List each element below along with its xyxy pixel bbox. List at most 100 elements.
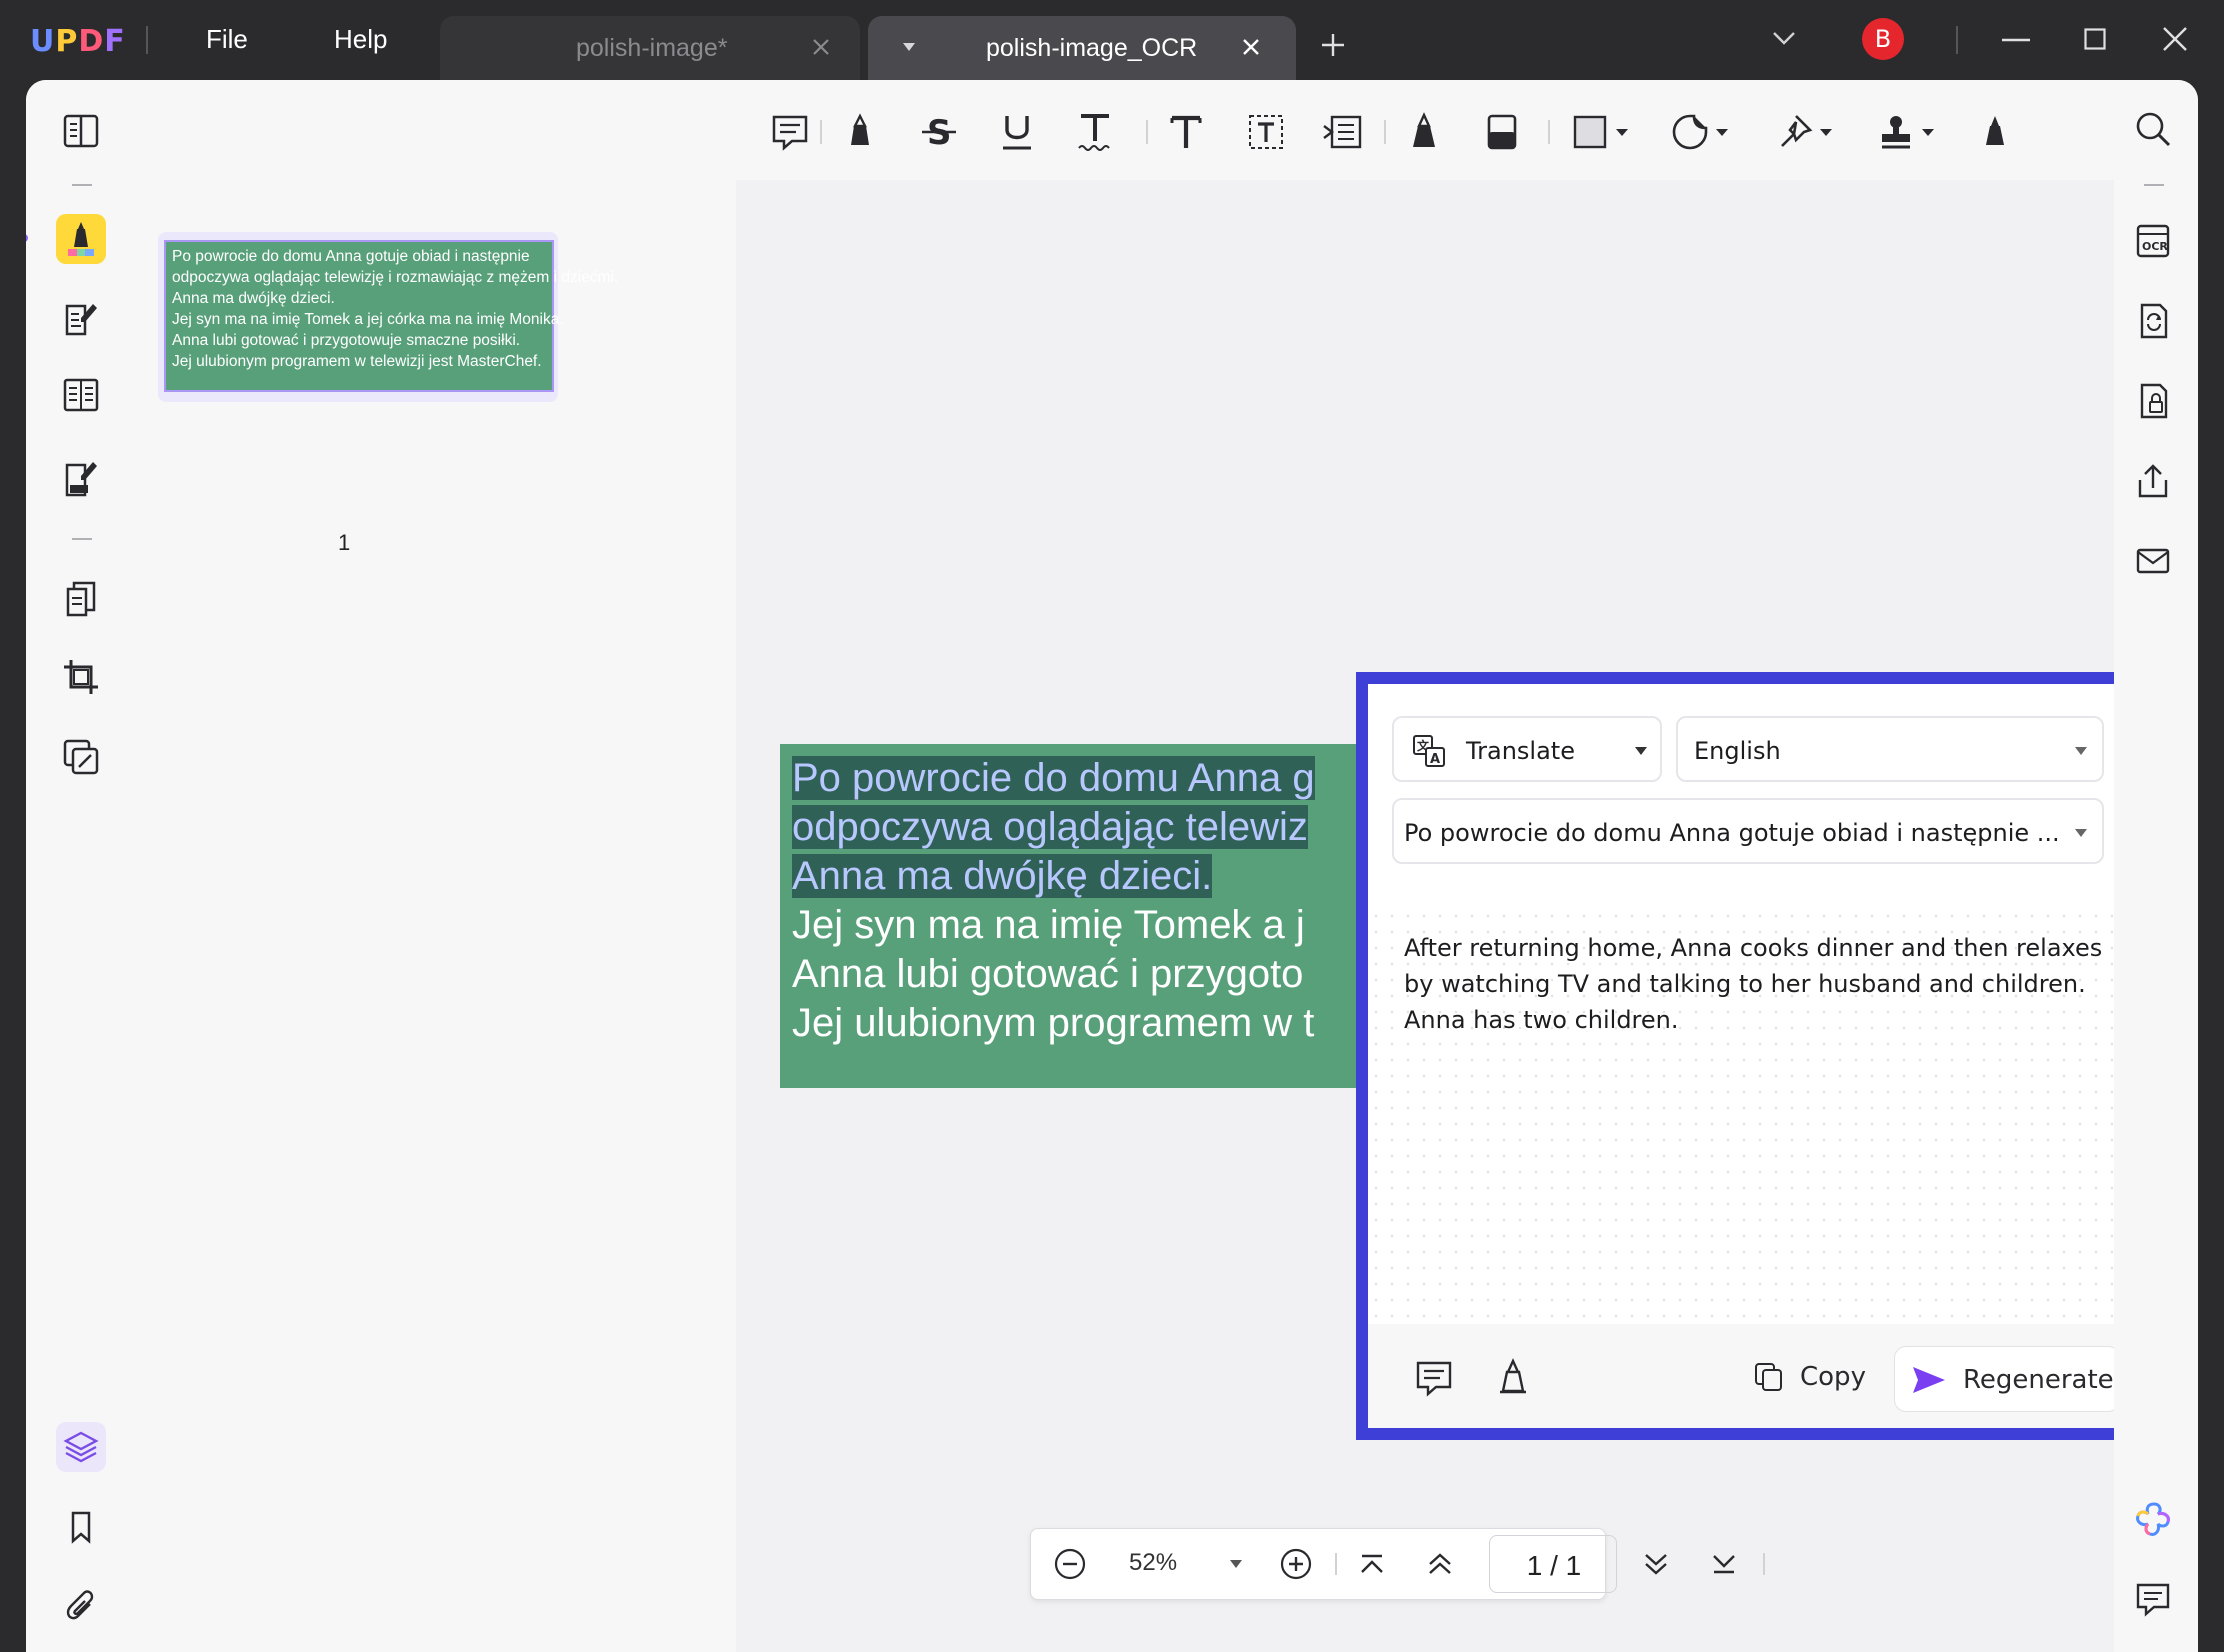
zoom-bar: 52% 1 / 1 bbox=[1030, 1528, 1765, 1600]
stamp-icon[interactable] bbox=[1878, 110, 1940, 154]
logo-letter: F bbox=[104, 24, 126, 59]
document-line[interactable]: odpoczywa oglądając telewiz bbox=[792, 803, 1380, 852]
translate-icon: 文A bbox=[1412, 734, 1446, 768]
annotation-toolbar: S bbox=[736, 80, 2114, 180]
mode-dropdown[interactable]: 文A Translate bbox=[1392, 716, 1662, 782]
divider bbox=[820, 120, 822, 144]
crop-icon[interactable] bbox=[56, 652, 106, 702]
thumbnail-text: Anna lubi gotować i przygotowuje smaczne… bbox=[172, 332, 521, 349]
pencil-icon[interactable] bbox=[1406, 110, 1442, 154]
layers-icon[interactable] bbox=[56, 1422, 106, 1472]
page-indicator: 1 / 1 bbox=[1526, 1550, 1582, 1581]
protect-icon[interactable] bbox=[2134, 382, 2172, 420]
logo-letter: P bbox=[55, 24, 79, 59]
document-line[interactable]: Jej ulubionym programem w t bbox=[792, 999, 1380, 1048]
selected-text[interactable]: odpoczywa oglądając telewiz bbox=[792, 805, 1308, 849]
logo-letter: D bbox=[78, 24, 105, 59]
selected-text[interactable]: Anna ma dwójkę dzieci. bbox=[792, 854, 1213, 898]
underline-icon[interactable] bbox=[998, 110, 1036, 154]
translation-result[interactable]: After returning home, Anna cooks dinner … bbox=[1368, 908, 2162, 1324]
svg-text:A: A bbox=[1430, 752, 1440, 767]
result-line: Anna has two children. bbox=[1404, 1006, 1679, 1034]
minimize-icon[interactable] bbox=[2002, 38, 2030, 42]
source-text-dropdown[interactable]: Po powrocie do domu Anna gotuje obiad i … bbox=[1392, 798, 2104, 864]
caret-down-icon[interactable] bbox=[902, 42, 916, 52]
note-icon[interactable] bbox=[770, 110, 810, 154]
menu-file[interactable]: File bbox=[206, 24, 248, 55]
tab-polish-image-ocr[interactable]: polish-image_OCR bbox=[868, 16, 1296, 80]
attachment-icon[interactable] bbox=[56, 1582, 106, 1632]
zoom-in-icon[interactable] bbox=[1279, 1547, 1313, 1581]
last-page-icon[interactable] bbox=[1709, 1547, 1739, 1581]
window-close-icon[interactable] bbox=[2162, 26, 2188, 52]
maximize-icon[interactable] bbox=[2084, 28, 2106, 50]
thumbnail-text: Po powrocie do domu Anna gotuje obiad i … bbox=[172, 248, 530, 265]
highlight-icon[interactable] bbox=[1496, 1356, 1530, 1396]
send-icon bbox=[1911, 1365, 1947, 1395]
ocr-icon[interactable]: OCR bbox=[2134, 222, 2172, 260]
document-text-block[interactable]: Po powrocie do domu Anna g odpoczywa ogl… bbox=[780, 744, 1380, 1088]
sticker-icon[interactable] bbox=[1672, 110, 1734, 154]
email-icon[interactable] bbox=[2134, 542, 2172, 580]
zoom-level[interactable]: 52% bbox=[1129, 1549, 1177, 1577]
caret-down-icon bbox=[2074, 828, 2088, 838]
source-text-preview: Po powrocie do domu Anna gotuje obiad i … bbox=[1404, 819, 2060, 847]
shape-icon[interactable] bbox=[1572, 110, 1634, 154]
close-icon[interactable] bbox=[808, 34, 834, 60]
comments-icon[interactable] bbox=[2134, 1580, 2172, 1618]
close-icon[interactable] bbox=[1238, 34, 1264, 60]
copy-button[interactable]: Copy bbox=[1800, 1362, 1866, 1392]
highlight-icon[interactable] bbox=[842, 110, 878, 154]
avatar[interactable]: B bbox=[1862, 18, 1904, 60]
updf-logo: UPDF bbox=[30, 24, 126, 59]
pin-icon[interactable] bbox=[1776, 110, 1838, 154]
document-line[interactable]: Jej syn ma na imię Tomek a j bbox=[792, 901, 1380, 950]
squiggly-icon[interactable] bbox=[1076, 110, 1114, 154]
document-line[interactable]: Anna lubi gotować i przygoto bbox=[792, 950, 1380, 999]
bookmark-icon[interactable] bbox=[56, 1502, 106, 1552]
thumbnail-text: Anna ma dwójkę dzieci. bbox=[172, 290, 335, 307]
regenerate-button[interactable]: Regenerate bbox=[1894, 1346, 2120, 1412]
add-note-icon[interactable] bbox=[1414, 1358, 1454, 1398]
search-icon[interactable] bbox=[2134, 110, 2172, 148]
text-icon[interactable] bbox=[1168, 110, 1204, 154]
divider bbox=[1384, 120, 1386, 144]
signature-icon[interactable] bbox=[1980, 110, 2010, 154]
divider bbox=[2144, 184, 2164, 186]
page-thumbnail[interactable]: Po powrocie do domu Anna gotuje obiad i … bbox=[164, 240, 618, 392]
tab-polish-image[interactable]: polish-image* bbox=[440, 16, 860, 80]
divider bbox=[1146, 120, 1148, 144]
ai-assistant-icon[interactable] bbox=[2134, 1500, 2174, 1540]
document-line[interactable]: Po powrocie do domu Anna g bbox=[792, 754, 1380, 803]
strikethrough-icon[interactable]: S bbox=[920, 110, 958, 154]
share-icon[interactable] bbox=[2134, 462, 2172, 500]
compress-icon[interactable] bbox=[56, 732, 106, 782]
eraser-icon[interactable] bbox=[1484, 110, 1520, 154]
callout-icon[interactable] bbox=[1322, 110, 1364, 154]
zoom-dropdown-caret-icon[interactable] bbox=[1229, 1559, 1243, 1569]
page-number-input[interactable]: 1 / 1 bbox=[1489, 1535, 1617, 1593]
menu-help[interactable]: Help bbox=[334, 24, 387, 55]
organize-icon[interactable] bbox=[56, 370, 106, 420]
comment-mode-icon[interactable] bbox=[56, 214, 106, 264]
zoom-out-icon[interactable] bbox=[1053, 1547, 1087, 1581]
first-page-icon[interactable] bbox=[1357, 1547, 1387, 1581]
regenerate-label: Regenerate bbox=[1963, 1365, 2114, 1395]
reader-icon[interactable] bbox=[56, 106, 106, 156]
new-tab-plus-icon[interactable] bbox=[1320, 32, 1346, 58]
document-line[interactable]: Anna ma dwójkę dzieci. bbox=[792, 852, 1380, 901]
copy-icon[interactable] bbox=[1754, 1362, 1784, 1392]
result-line: by watching TV and talking to her husban… bbox=[1404, 970, 2086, 998]
selected-text[interactable]: Po powrocie do domu Anna g bbox=[792, 756, 1315, 800]
language-dropdown[interactable]: English bbox=[1676, 716, 2104, 782]
textbox-icon[interactable] bbox=[1246, 110, 1286, 154]
previous-page-icon[interactable] bbox=[1425, 1547, 1455, 1581]
pages-icon[interactable] bbox=[56, 574, 106, 624]
chevron-down-icon[interactable] bbox=[1772, 30, 1796, 46]
edit-pdf-icon[interactable] bbox=[56, 294, 106, 344]
next-page-icon[interactable] bbox=[1641, 1547, 1671, 1581]
fill-sign-icon[interactable] bbox=[56, 454, 106, 504]
convert-icon[interactable] bbox=[2134, 302, 2172, 340]
result-line: After returning home, Anna cooks dinner … bbox=[1404, 934, 2103, 962]
app-window: Po powrocie do domu Anna gotuje obiad i … bbox=[26, 80, 2198, 1652]
